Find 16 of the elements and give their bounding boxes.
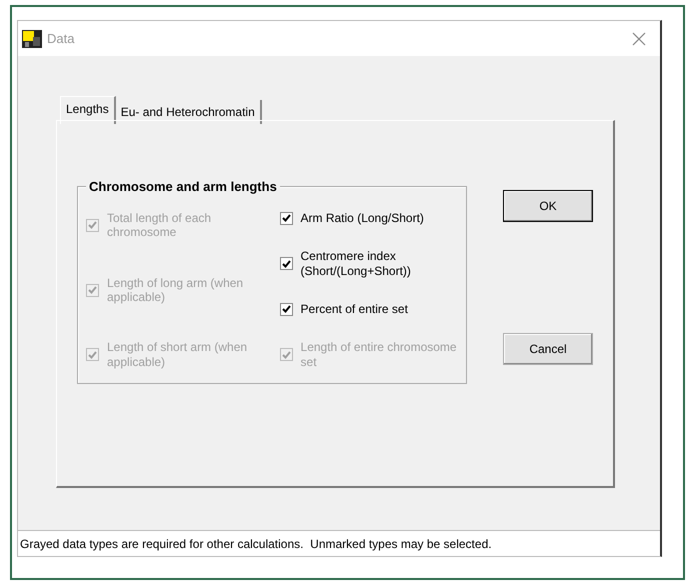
- status-bar: Grayed data types are required for other calculations. Unmarked types may be selected.: [18, 530, 660, 556]
- checkbox-label: Percent of entire set: [300, 302, 408, 316]
- checkbox-label: Length of long arm (when applicable): [107, 276, 244, 304]
- checkbox-label: Centromere index (Short/(Long+Short)): [300, 249, 412, 278]
- dialog-button[interactable]: OK: [503, 190, 593, 222]
- checkbox-label: Total length of each chromosome: [107, 211, 212, 240]
- checkbox-label: Length of short arm (when applicable): [107, 340, 248, 369]
- window-title: Data: [47, 30, 74, 48]
- checkbox[interactable]: [280, 302, 293, 316]
- tab[interactable]: Lengths: [60, 96, 116, 124]
- dialog-button[interactable]: Cancel: [503, 333, 593, 365]
- checkbox-label: Length of entire chromosome set: [300, 340, 458, 369]
- app-icon: [22, 30, 42, 48]
- checkbox[interactable]: [280, 257, 293, 270]
- checkbox-label: Arm Ratio (Long/Short): [300, 211, 424, 226]
- checkbox[interactable]: [280, 212, 293, 225]
